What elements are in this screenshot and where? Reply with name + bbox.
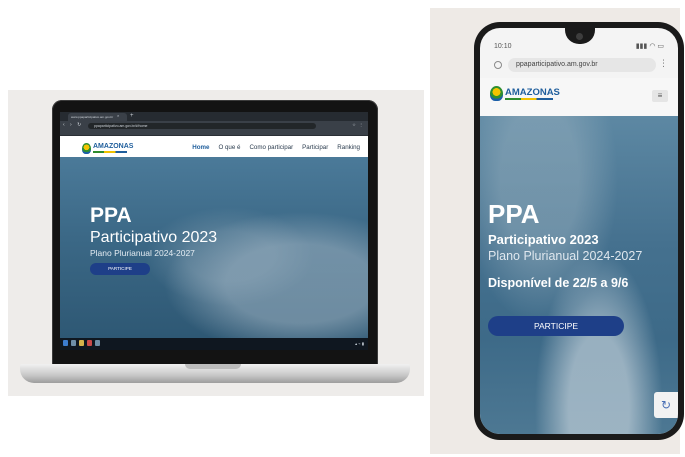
- phone-participe-button[interactable]: PARTICIPE: [488, 316, 624, 336]
- nav-como-participar[interactable]: Como participar: [249, 144, 293, 151]
- new-tab-icon[interactable]: +: [130, 112, 134, 121]
- status-time: 10:10: [494, 43, 512, 50]
- browser-nav-icons[interactable]: ‹ › ↻: [63, 122, 83, 128]
- site-header: AMAZONAS Home O que é Como participar Pa…: [60, 136, 368, 158]
- phone-amazonas-logo[interactable]: AMAZONAS: [490, 86, 560, 101]
- laptop-notch: [185, 364, 241, 369]
- address-bar[interactable]: ppaparticipativo.am.gov.br/#/home: [88, 122, 316, 129]
- phone-hero-plan-text: Plano Plurianual 2024-2027: [488, 249, 643, 263]
- browser-actions-icon[interactable]: ☆ ⋮: [352, 122, 364, 127]
- more-menu-icon[interactable]: ⋮: [659, 58, 668, 69]
- browser-tab-strip: www.ppaparticipativo.am.gov.br × +: [60, 112, 368, 121]
- phone-availability-text: Disponível de 22/5 a 9/6: [488, 276, 629, 290]
- hero-subtitle: Participativo 2023: [90, 229, 218, 246]
- browser-toolbar: ‹ › ↻ ppaparticipativo.am.gov.br/#/home …: [60, 121, 368, 130]
- camera-icon: [576, 33, 583, 40]
- home-icon[interactable]: [494, 61, 502, 69]
- hero-plan-text: Plano Plurianual 2024-2027: [90, 248, 195, 258]
- start-icon[interactable]: [63, 340, 68, 346]
- close-icon[interactable]: ×: [117, 112, 119, 120]
- phone-hero-banner: PPA Participativo 2023 Plano Plurianual …: [480, 116, 678, 434]
- search-icon[interactable]: [71, 340, 76, 346]
- logo-text: AMAZONAS: [93, 143, 134, 150]
- nav-home[interactable]: Home: [192, 144, 209, 151]
- hero-title: PPA: [90, 204, 132, 227]
- coat-of-arms-icon: [82, 142, 91, 154]
- hero-banner: PPA Participativo 2023 Plano Plurianual …: [60, 157, 368, 338]
- phone-site-header: AMAZONAS ≡: [480, 78, 678, 116]
- os-taskbar: ▴ ⌁ ▮: [60, 338, 368, 350]
- app-icon[interactable]: [87, 340, 92, 346]
- amazonas-logo[interactable]: AMAZONAS: [82, 141, 133, 155]
- phone-hero-subtitle: Participativo 2023: [488, 232, 599, 247]
- participe-button[interactable]: PARTICIPE: [90, 263, 150, 275]
- nav-ranking[interactable]: Ranking: [337, 144, 360, 151]
- browser-tab-title: www.ppaparticipativo.am.gov.br: [71, 115, 114, 119]
- taskbar-icons: [63, 340, 100, 346]
- recaptcha-icon[interactable]: ↻: [654, 392, 678, 418]
- main-nav: Home O que é Como participar Participar …: [192, 136, 360, 158]
- phone-address-row: ppaparticipativo.am.gov.br ⋮: [480, 58, 678, 74]
- phone-address-bar[interactable]: ppaparticipativo.am.gov.br: [508, 58, 656, 72]
- laptop-screen: www.ppaparticipativo.am.gov.br × + ‹ › ↻…: [60, 112, 368, 350]
- nav-participar[interactable]: Participar: [302, 144, 328, 151]
- logo-stripe: [93, 151, 127, 153]
- nav-o-que-e[interactable]: O que é: [218, 144, 240, 151]
- folder-icon[interactable]: [79, 340, 84, 346]
- browser-icon[interactable]: [95, 340, 100, 346]
- status-icons: ▮▮▮ ◠ ▭: [635, 43, 664, 50]
- phone-screen: 10:10 ▮▮▮ ◠ ▭ ppaparticipativo.am.gov.br…: [480, 28, 678, 434]
- hamburger-menu-icon[interactable]: ≡: [652, 90, 668, 102]
- phone-hero-title: PPA: [488, 199, 540, 229]
- logo-stripe: [505, 97, 553, 100]
- system-tray-icon[interactable]: ▴ ⌁ ▮: [355, 341, 364, 346]
- coat-of-arms-icon: [490, 86, 503, 101]
- phone-logo-text: AMAZONAS: [505, 86, 560, 98]
